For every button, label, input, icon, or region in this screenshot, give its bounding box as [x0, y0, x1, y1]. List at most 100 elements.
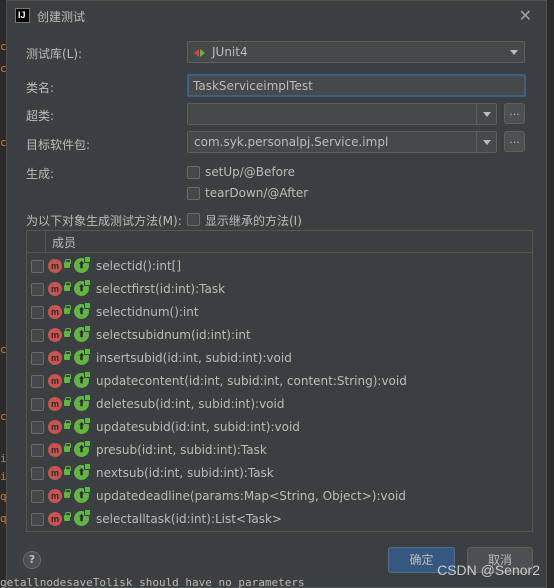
member-signature: nextsub(id:int, subid:int):Task [96, 466, 274, 480]
table-row[interactable]: m ⬆ selectsubidnum(id:int):int [27, 324, 532, 347]
unlock-icon [64, 443, 71, 452]
select-all-column[interactable] [27, 231, 46, 252]
member-checkbox[interactable] [31, 467, 44, 480]
table-row[interactable]: m ⬆ selectfirst(id:int):Task [27, 278, 532, 301]
table-row[interactable]: m ⬆ selectalltask(id:int):List<Task> [27, 508, 532, 531]
chevron-down-icon[interactable] [504, 42, 524, 62]
setup-checkbox[interactable] [187, 166, 200, 179]
members-column-header: 成员 [52, 236, 77, 250]
generate-label: 生成: [26, 167, 55, 181]
testing-library-value: JUnit4 [194, 45, 248, 59]
class-name-input[interactable] [189, 76, 524, 95]
override-icon: ⬆ [74, 325, 91, 342]
testing-library-select[interactable]: JUnit4 [187, 41, 525, 63]
member-signature: updatedeadline(params:Map<String, Object… [96, 489, 406, 503]
class-name-field[interactable] [187, 74, 526, 97]
table-row[interactable]: m ⬆ updatesubid(id:int, subid:int):void [27, 416, 532, 439]
dialog-titlebar: IJ 创建测试 ✕ [7, 1, 546, 31]
method-icon: m [48, 466, 62, 480]
member-signature: deletesub(id:int, subid:int):void [96, 397, 285, 411]
chevron-down-icon[interactable] [476, 132, 496, 152]
member-signature: presub(id:int, subid:int):Task [96, 443, 267, 457]
method-icon: m [48, 259, 62, 273]
table-row[interactable]: m ⬆ updatedeadline(params:Map<String, Ob… [27, 485, 532, 508]
superclass-label: 超类: [26, 109, 55, 123]
member-checkbox[interactable] [31, 306, 44, 319]
method-icon: m [48, 328, 62, 342]
override-icon: ⬆ [74, 302, 91, 319]
unlock-icon [64, 259, 71, 268]
watermark: CSDN @Senor2 [437, 562, 540, 578]
testing-library-label: 测试库(L): [26, 47, 83, 61]
member-signature: selectalltask(id:int):List<Task> [96, 512, 282, 526]
table-row[interactable]: m ⬆ updatecontent(id:int, subid:int, con… [27, 370, 532, 393]
unlock-icon [64, 282, 71, 291]
unlock-icon [64, 351, 71, 360]
table-row[interactable]: m ⬆ selectid():int[] [27, 255, 532, 278]
unlock-icon [64, 328, 71, 337]
override-icon: ⬆ [74, 486, 91, 503]
member-checkbox[interactable] [31, 352, 44, 365]
unlock-icon [64, 512, 71, 521]
member-checkbox[interactable] [31, 260, 44, 273]
member-signature: updatesubid(id:int, subid:int):void [96, 420, 300, 434]
member-checkbox[interactable] [31, 513, 44, 526]
override-icon: ⬆ [74, 348, 91, 365]
member-checkbox[interactable] [31, 329, 44, 342]
unlock-icon [64, 466, 71, 475]
method-icon: m [48, 397, 62, 411]
member-signature: selectfirst(id:int):Task [96, 282, 226, 296]
table-row[interactable]: m ⬆ deletesub(id:int, subid:int):void [27, 393, 532, 416]
create-test-dialog: IJ 创建测试 ✕ 测试库(L): JUnit4 类名: 超类: ... 目标软… [6, 0, 547, 588]
member-signature: updatecontent(id:int, subid:int, content… [96, 374, 407, 388]
method-icon: m [48, 512, 62, 526]
member-checkbox[interactable] [31, 283, 44, 296]
method-icon: m [48, 420, 62, 434]
close-icon[interactable]: ✕ [519, 6, 532, 25]
override-icon: ⬆ [74, 371, 91, 388]
show-inherited-label: 显示继承的方法(I) [205, 214, 302, 228]
override-icon: ⬆ [74, 417, 91, 434]
method-icon: m [48, 282, 62, 296]
members-table-header: 成员 [27, 231, 532, 253]
method-icon: m [48, 351, 62, 365]
method-icon: m [48, 374, 62, 388]
override-icon: ⬆ [74, 509, 91, 526]
dialog-title: 创建测试 [37, 10, 86, 24]
member-signature: selectidnum():int [96, 305, 199, 319]
intellij-logo-icon: IJ [15, 8, 30, 23]
destination-package-select[interactable]: com.syk.personalpj.Service.impl [187, 131, 497, 153]
teardown-label: tearDown/@After [205, 186, 309, 200]
member-signature: selectsubidnum(id:int):int [96, 328, 251, 342]
member-checkbox[interactable] [31, 444, 44, 457]
override-icon: ⬆ [74, 463, 91, 480]
override-icon: ⬆ [74, 256, 91, 273]
member-checkbox[interactable] [31, 490, 44, 503]
override-icon: ⬆ [74, 394, 91, 411]
show-inherited-checkbox[interactable] [187, 213, 200, 226]
table-row[interactable]: m ⬆ presub(id:int, subid:int):Task [27, 439, 532, 462]
table-row[interactable]: m ⬆ insertsubid(id:int, subid:int):void [27, 347, 532, 370]
member-signature: insertsubid(id:int, subid:int):void [96, 351, 292, 365]
superclass-browse-button[interactable]: ... [504, 103, 525, 124]
method-icon: m [48, 305, 62, 319]
junit-icon [194, 48, 206, 58]
unlock-icon [64, 374, 71, 383]
member-checkbox[interactable] [31, 375, 44, 388]
unlock-icon [64, 420, 71, 429]
method-icon: m [48, 443, 62, 457]
generate-methods-label: 为以下对象生成测试方法(M): [26, 214, 182, 228]
unlock-icon [64, 397, 71, 406]
member-checkbox[interactable] [31, 398, 44, 411]
help-button[interactable]: ? [23, 551, 41, 569]
chevron-down-icon[interactable] [476, 104, 496, 124]
teardown-checkbox[interactable] [187, 187, 200, 200]
destination-package-browse-button[interactable]: ... [504, 131, 525, 152]
member-checkbox[interactable] [31, 421, 44, 434]
table-row[interactable]: m ⬆ nextsub(id:int, subid:int):Task [27, 462, 532, 485]
override-icon: ⬆ [74, 279, 91, 296]
destination-package-label: 目标软件包: [26, 138, 91, 152]
superclass-select[interactable] [187, 103, 497, 125]
method-icon: m [48, 489, 62, 503]
table-row[interactable]: m ⬆ selectidnum():int [27, 301, 532, 324]
